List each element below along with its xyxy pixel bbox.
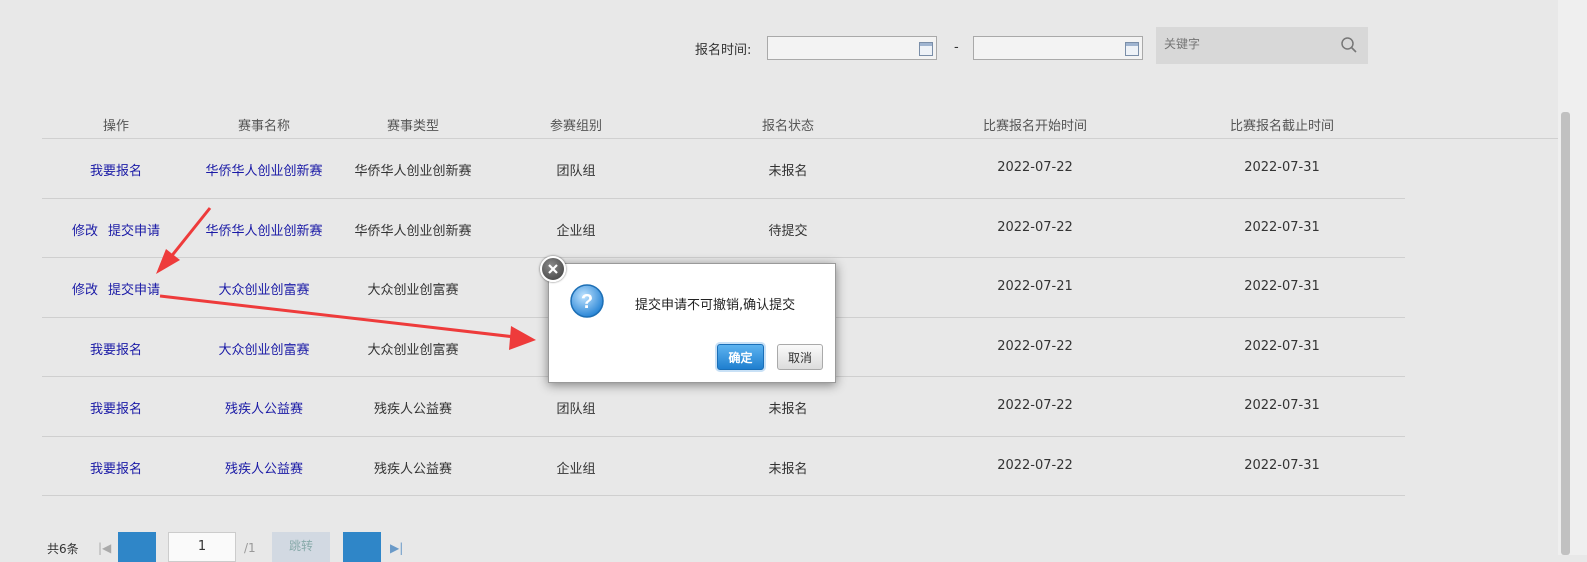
competition-name-link[interactable]: 华侨华人创业创新赛 — [205, 160, 322, 179]
register-link[interactable]: 我要报名 — [90, 160, 142, 179]
scrollbar-thumb[interactable] — [1561, 112, 1570, 555]
competition-type: 大众创业创富赛 — [367, 342, 459, 358]
edit-link[interactable]: 修改 — [72, 220, 98, 239]
competition-name-link[interactable]: 华侨华人创业创新赛 — [205, 220, 322, 239]
competition-name-link[interactable]: 残疾人公益赛 — [225, 398, 303, 417]
next-page-button[interactable] — [343, 532, 381, 562]
header-status: 报名状态 — [761, 119, 815, 134]
start-date-input[interactable] — [767, 36, 937, 60]
group-cell: 团队组 — [556, 402, 596, 417]
register-link[interactable]: 我要报名 — [90, 339, 142, 358]
competition-type: 残疾人公益赛 — [373, 461, 453, 477]
confirm-button[interactable]: 确定 — [717, 344, 764, 370]
start-time-cell: 2022-07-22 — [997, 398, 1073, 413]
search-box — [1156, 27, 1368, 64]
question-icon: ? — [570, 284, 604, 318]
end-time-cell: 2022-07-31 — [1244, 457, 1320, 473]
header-start-time: 比赛报名开始时间 — [982, 119, 1088, 134]
calendar-icon[interactable] — [919, 42, 933, 56]
search-icon[interactable] — [1340, 36, 1358, 54]
competition-name-link[interactable]: 大众创业创富赛 — [218, 339, 309, 358]
total-count: 共6条 — [47, 542, 79, 556]
end-date-input[interactable] — [973, 36, 1143, 60]
start-time-cell: 2022-07-21 — [997, 279, 1073, 294]
group-cell: 团队组 — [556, 164, 596, 179]
submit-application-link[interactable]: 提交申请 — [108, 279, 160, 298]
register-link[interactable]: 我要报名 — [90, 458, 142, 477]
competition-type: 华侨华人创业创新赛 — [354, 164, 472, 179]
table-row: 我要报名 残疾人公益赛 残疾人公益赛 企业组 未报名 2022-07-22 20… — [42, 437, 1405, 496]
last-page-icon[interactable]: ▶| — [390, 541, 403, 555]
keyword-search-input[interactable] — [1162, 36, 1336, 52]
calendar-icon[interactable] — [1125, 42, 1139, 56]
competition-name-link[interactable]: 残疾人公益赛 — [225, 458, 303, 477]
header-group: 参赛组别 — [549, 119, 603, 134]
group-cell: 企业组 — [556, 461, 596, 477]
end-time-cell: 2022-07-31 — [1244, 338, 1320, 354]
pagination: 共6条 |◀ 1 /1 跳转 ▶| — [0, 528, 1587, 562]
close-icon[interactable] — [540, 256, 566, 282]
status-cell: 待提交 — [768, 223, 808, 239]
prev-page-button[interactable] — [118, 532, 156, 562]
submit-application-link[interactable]: 提交申请 — [108, 220, 160, 239]
table-row: 我要报名 残疾人公益赛 残疾人公益赛 团队组 未报名 2022-07-22 20… — [42, 377, 1405, 437]
register-link[interactable]: 我要报名 — [90, 398, 142, 417]
page-total: /1 — [244, 541, 256, 555]
status-cell: 未报名 — [768, 164, 808, 179]
header-competition-type: 赛事类型 — [386, 119, 440, 134]
header-actions: 操作 — [102, 119, 130, 134]
start-time-cell: 2022-07-22 — [997, 160, 1073, 175]
cancel-button[interactable]: 取消 — [777, 344, 823, 370]
registration-time-label: 报名时间: — [695, 43, 752, 58]
table-row: 我要报名 华侨华人创业创新赛 华侨华人创业创新赛 团队组 未报名 2022-07… — [42, 139, 1405, 199]
competition-type: 残疾人公益赛 — [373, 402, 453, 417]
end-time-cell: 2022-07-31 — [1244, 398, 1320, 413]
header-end-time: 比赛报名截止时间 — [1229, 119, 1335, 134]
start-time-cell: 2022-07-22 — [997, 219, 1073, 235]
table-header: 操作 赛事名称 赛事类型 参赛组别 报名状态 比赛报名开始时间 比赛报名截止时间 — [42, 108, 1405, 139]
start-time-cell: 2022-07-22 — [997, 338, 1073, 354]
status-cell: 未报名 — [768, 461, 808, 477]
competition-type: 华侨华人创业创新赛 — [354, 223, 472, 239]
svg-text:?: ? — [581, 291, 593, 313]
page-number-input[interactable]: 1 — [168, 532, 236, 562]
edit-link[interactable]: 修改 — [72, 279, 98, 298]
end-time-cell: 2022-07-31 — [1244, 160, 1320, 175]
competition-name-link[interactable]: 大众创业创富赛 — [218, 279, 309, 298]
start-time-cell: 2022-07-22 — [997, 457, 1073, 473]
table-row: 修改 提交申请 华侨华人创业创新赛 华侨华人创业创新赛 企业组 待提交 2022… — [42, 199, 1405, 258]
confirm-dialog: ? 提交申请不可撤销,确认提交 确定 取消 — [548, 263, 836, 383]
header-competition-name: 赛事名称 — [237, 119, 291, 134]
status-cell: 未报名 — [768, 402, 808, 417]
end-time-cell: 2022-07-31 — [1244, 219, 1320, 235]
dialog-message: 提交申请不可撤销,确认提交 — [635, 298, 796, 313]
jump-button[interactable]: 跳转 — [272, 532, 330, 562]
group-cell: 企业组 — [556, 223, 596, 239]
end-time-cell: 2022-07-31 — [1244, 279, 1320, 294]
date-range-dash: - — [954, 40, 959, 55]
competition-type: 大众创业创富赛 — [367, 283, 459, 298]
first-page-icon[interactable]: |◀ — [98, 541, 111, 555]
